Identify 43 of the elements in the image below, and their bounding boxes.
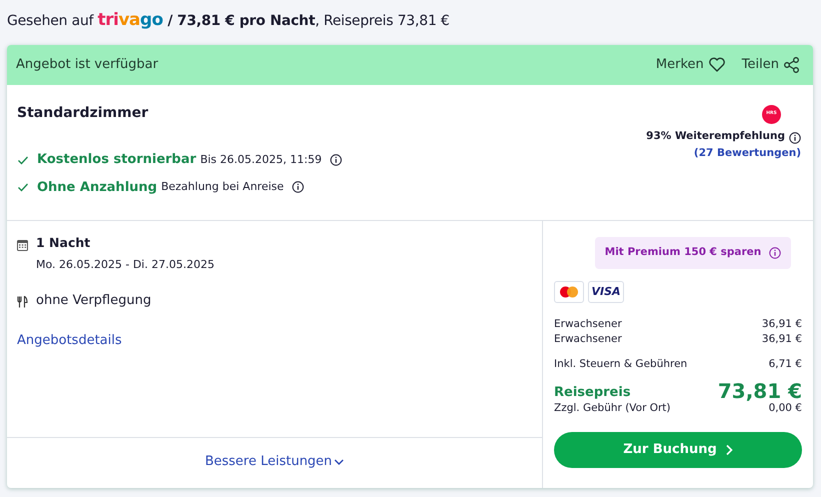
heart-icon [708, 56, 726, 74]
share-icon [783, 56, 801, 74]
share-button[interactable]: Teilen [742, 55, 801, 75]
feature-title: Kostenlos stornierbar [37, 151, 196, 169]
visa-logo: VISA [588, 280, 624, 303]
info-icon [789, 132, 801, 144]
info-icon [769, 246, 782, 259]
cutlery-icon [17, 296, 28, 308]
reviews-link[interactable]: (27 Bewertungen) [694, 146, 801, 162]
dates-text: Mo. 26.05.2025 - Di. 27.05.2025 [36, 256, 214, 273]
check-icon [17, 181, 29, 194]
recommendation-text: 93% Weiterempfehlung [646, 129, 785, 144]
chevron-right-icon [724, 444, 733, 456]
offer-details-link[interactable]: Angebotsdetails [17, 332, 122, 348]
travel-price-text: , Reisepreis 73,81 € [315, 13, 450, 29]
nights-text: 1 Nacht [36, 234, 92, 252]
better-services-button[interactable]: Bessere Leistungen [204, 452, 344, 472]
feature-title: Ohne Anzahlung [37, 178, 158, 196]
seen-on-text: Gesehen auf [7, 13, 95, 29]
mastercard-circles-icon [559, 286, 579, 298]
price-per-night-text: / 73,81 € pro Nacht [166, 13, 316, 29]
save-button[interactable]: Merken [656, 55, 726, 75]
feature-detail: Bezahlung bei Anreise [161, 179, 284, 195]
price-line-amount: 36,91 € [762, 332, 802, 347]
chevron-down-icon [334, 458, 344, 466]
total-price: 73,81 € [718, 380, 802, 401]
info-icon [292, 181, 304, 194]
feature-detail: Bis 26.05.2025, 11:59 [200, 152, 322, 168]
price-line-label: Inkl. Steuern & Gebühren [554, 356, 688, 372]
price-line-amount: 36,91 € [762, 316, 802, 332]
trivago-logo: trivago [98, 10, 163, 30]
info-icon [330, 154, 342, 166]
price-line-label: Erwachsener [554, 316, 622, 332]
availability-text: Angebot ist verfügbar [16, 56, 158, 74]
calendar-icon [17, 239, 28, 252]
board-text: ohne Verpflegung [36, 292, 152, 310]
travel-price-label: Reisepreis [554, 384, 631, 401]
price-line-label: Erwachsener [554, 332, 622, 347]
premium-savings-banner: Mit Premium 150 € sparen [594, 237, 792, 269]
fee-amount: 0,00 € [768, 401, 802, 416]
price-line-amount: 6,71 € [768, 356, 802, 372]
room-name: Standardzimmer [17, 104, 148, 123]
fee-label: Zzgl. Gebühr (Vor Ort) [554, 400, 671, 416]
